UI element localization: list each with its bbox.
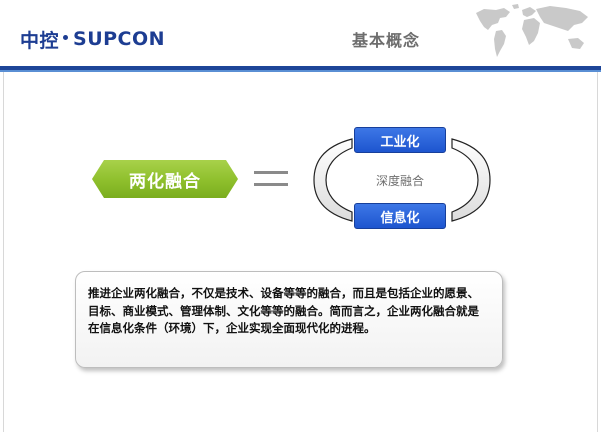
equals-sign bbox=[254, 170, 288, 188]
slide: 中控 SUPCON 基本概念 两化融合 工业化 深度融合 信息化 推进企业两化融… bbox=[0, 0, 601, 432]
frame-left bbox=[3, 72, 4, 432]
industrialization-box: 工业化 bbox=[354, 127, 446, 153]
deep-integration-label: 深度融合 bbox=[375, 174, 424, 188]
description-text: 推进企业两化融合，不仅是技术、设备等等的融合，而且是包括企业的愿景、目标、商业模… bbox=[88, 286, 479, 335]
header-rule-accent bbox=[0, 70, 601, 72]
page-title: 基本概念 bbox=[352, 31, 421, 50]
frame-right bbox=[597, 72, 598, 432]
logo-cn-text: 中控 bbox=[20, 29, 60, 52]
concept-label: 两化融合 bbox=[92, 160, 238, 198]
logo-dot bbox=[63, 34, 69, 40]
world-map-icon bbox=[476, 4, 588, 57]
supcon-logo: 中控 SUPCON bbox=[20, 28, 166, 52]
description-box: 推进企业两化融合，不仅是技术、设备等等的融合，而且是包括企业的愿景、目标、商业模… bbox=[75, 271, 503, 368]
logo-en-text: SUPCON bbox=[73, 28, 166, 50]
informatization-box: 信息化 bbox=[354, 203, 446, 229]
